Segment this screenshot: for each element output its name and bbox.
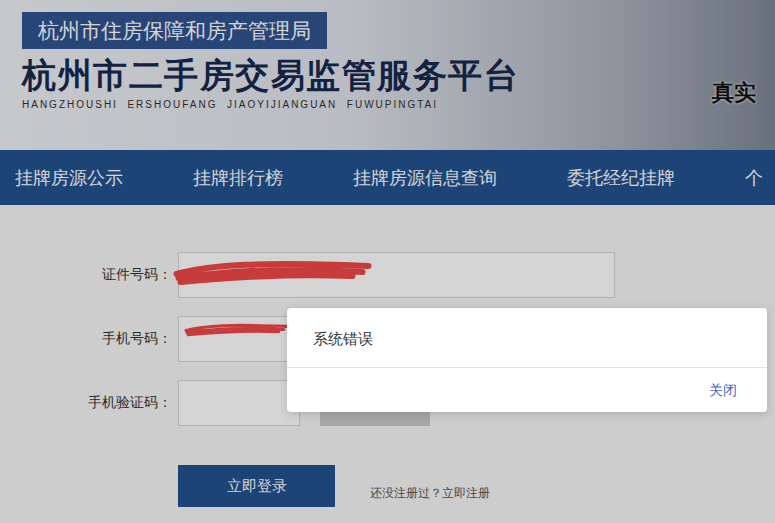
error-dialog: 系统错误关闭 (287, 308, 767, 412)
page: 杭州市住房保障和房产管理局杭州市二手房交易监管服务平台HANGZHOUSHI E… (0, 0, 775, 523)
modal-mask (0, 0, 775, 523)
close-button[interactable]: 关闭 (709, 382, 737, 400)
dialog-message: 系统错误 (287, 308, 767, 368)
dialog-footer: 关闭 (287, 368, 767, 412)
